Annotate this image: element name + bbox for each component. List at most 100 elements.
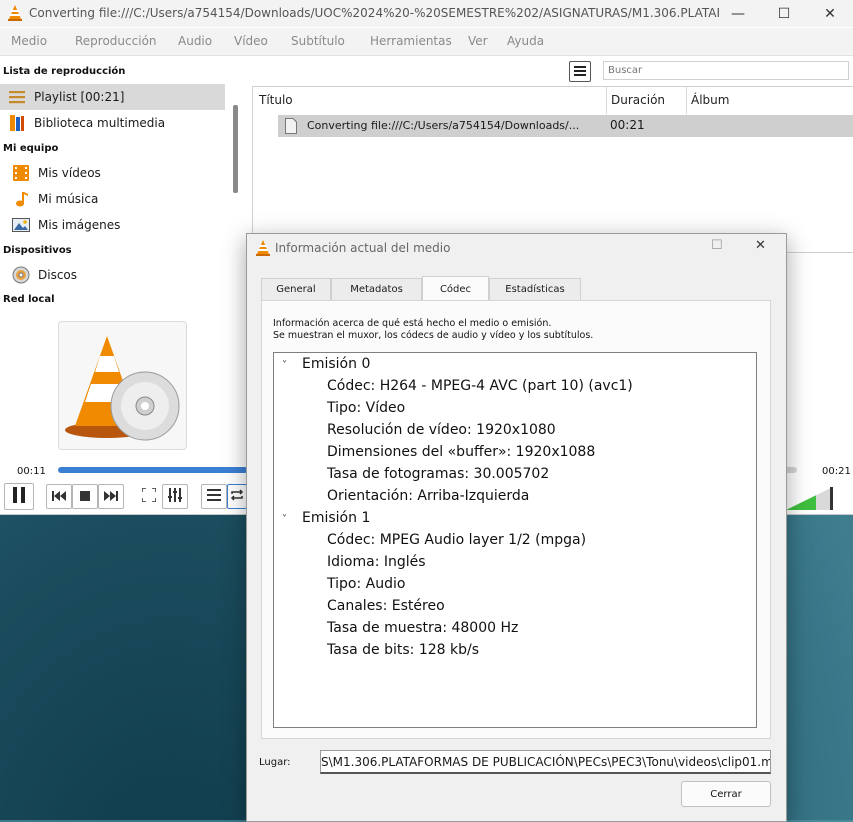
tree-leaf[interactable]: Tasa de muestra: 48000 Hz [327, 617, 518, 639]
sidebar-item-playlist[interactable]: Playlist [00:21] [0, 84, 225, 110]
sidebar-scrollbar[interactable] [233, 105, 238, 193]
tree-leaf[interactable]: Canales: Estéreo [327, 595, 445, 617]
menu-ver[interactable]: Ver [468, 34, 488, 48]
description-line-1: Información acerca de qué está hecho el … [273, 318, 552, 329]
fullscreen-icon [141, 487, 157, 505]
row-title: Converting file:///C:/Users/a754154/Down… [307, 119, 580, 132]
sidebar-item-label: Discos [38, 268, 78, 282]
image-icon [10, 215, 32, 235]
sidebar-item-label: Playlist [00:21] [34, 90, 125, 104]
previous-icon [52, 490, 66, 504]
tab-metadatos[interactable]: Metadatos [331, 278, 422, 300]
menu-audio[interactable]: Audio [178, 34, 212, 48]
tree-leaf[interactable]: Dimensiones del «buffer»: 1920x1088 [327, 441, 595, 463]
sidebar-item-music[interactable]: Mi música [0, 186, 225, 212]
description-line-2: Se muestran el muxor, los códecs de audi… [273, 330, 594, 341]
close-button[interactable]: Cerrar [681, 781, 771, 807]
column-header-title[interactable]: Título [259, 93, 293, 107]
playlist-icon [6, 87, 28, 107]
location-label: Lugar: [259, 757, 291, 768]
pause-button[interactable] [4, 483, 34, 510]
vlc-cone-art-icon [65, 336, 180, 441]
loop-button[interactable] [227, 484, 247, 509]
volume-slider[interactable] [786, 487, 833, 510]
sidebar-item-discs[interactable]: Discos [0, 262, 225, 288]
pause-icon [12, 487, 26, 506]
tree-node-stream-1[interactable]: ˅ Emisión 1 [274, 507, 370, 529]
sidebar-item-label: Mi música [38, 192, 99, 206]
tree-leaf[interactable]: Resolución de vídeo: 1920x1080 [327, 419, 556, 441]
vlc-logo-icon [256, 240, 270, 259]
equalizer-icon [168, 488, 182, 505]
tree-leaf[interactable]: Códec: H264 - MPEG-4 AVC (part 10) (avc1… [327, 375, 633, 397]
close-window-button[interactable]: ✕ [807, 0, 853, 27]
sidebar-item-library[interactable]: Biblioteca multimedia [0, 110, 225, 136]
tree-leaf[interactable]: Idioma: Inglés [327, 551, 426, 573]
album-art-cone [58, 321, 187, 450]
stop-button[interactable] [72, 484, 98, 509]
menu-video[interactable]: Vídeo [234, 34, 268, 48]
tab-general[interactable]: General [261, 278, 331, 300]
dialog-title: Información actual del medio [275, 241, 451, 255]
loop-icon [230, 489, 244, 504]
seek-slider[interactable] [58, 467, 248, 473]
tree-leaf[interactable]: Tipo: Audio [327, 573, 405, 595]
playlist-view-toggle[interactable] [569, 61, 591, 82]
column-divider [606, 87, 607, 114]
next-button[interactable] [98, 484, 124, 509]
menu-ayuda[interactable]: Ayuda [507, 34, 544, 48]
menu-subtitulo[interactable]: Subtítulo [291, 34, 345, 48]
minimize-button[interactable]: — [715, 0, 761, 27]
tree-leaf[interactable]: Orientación: Arriba-Izquierda [327, 485, 529, 507]
location-field[interactable]: S\M1.306.PLATAFORMAS DE PUBLICACIÓN\PECs… [320, 750, 771, 774]
column-divider [686, 87, 687, 114]
vlc-logo-icon [8, 5, 22, 24]
playlist-table: Título Duración Álbum Converting file://… [252, 86, 853, 253]
dialog-maximize-button[interactable]: ☐ [711, 238, 723, 253]
sidebar-item-images[interactable]: Mis imágenes [0, 212, 225, 238]
column-header-album[interactable]: Álbum [691, 93, 729, 107]
menu-herramientas[interactable]: Herramientas [370, 34, 452, 48]
sidebar-item-label: Biblioteca multimedia [34, 116, 166, 130]
playlist-toggle-icon [207, 489, 221, 504]
title-bar[interactable]: Converting file:///C:/Users/a754154/Down… [0, 0, 853, 27]
toggle-playlist-button[interactable] [201, 484, 227, 509]
section-header-devices: Dispositivos [3, 245, 72, 256]
elapsed-time: 00:11 [17, 466, 46, 477]
media-info-dialog: Información actual del medio ☐ ✕ General… [246, 233, 787, 822]
section-header-playlist: Lista de reproducción [3, 66, 126, 77]
disc-icon [10, 265, 32, 285]
extended-settings-button[interactable] [162, 484, 188, 509]
chevron-down-icon[interactable]: ˅ [282, 509, 292, 531]
chevron-down-icon[interactable]: ˅ [282, 355, 292, 377]
file-icon [285, 118, 297, 137]
tab-codec[interactable]: Códec [422, 276, 489, 301]
tree-node-stream-0[interactable]: ˅ Emisión 0 [274, 353, 370, 375]
row-duration: 00:21 [610, 118, 645, 132]
section-header-my-computer: Mi equipo [3, 143, 59, 154]
menu-medio[interactable]: Medio [11, 34, 47, 48]
menu-reproduccion[interactable]: Reproducción [75, 34, 157, 48]
section-header-network: Red local [3, 294, 55, 305]
fullscreen-button[interactable] [136, 484, 162, 509]
table-row[interactable]: Converting file:///C:/Users/a754154/Down… [278, 115, 853, 137]
column-header-duration[interactable]: Duración [611, 93, 665, 107]
codec-tree[interactable]: ˅ Emisión 0 Códec: H264 - MPEG-4 AVC (par… [273, 352, 757, 728]
next-icon [104, 490, 118, 504]
tree-leaf[interactable]: Códec: MPEG Audio layer 1/2 (mpga) [327, 529, 586, 551]
tree-leaf[interactable]: Tasa de bits: 128 kb/s [327, 639, 479, 661]
menu-bar: Medio Reproducción Audio Vídeo Subtítulo… [0, 28, 853, 56]
tab-estadisticas[interactable]: Estadísticas [489, 278, 581, 300]
dialog-close-button[interactable]: ✕ [755, 238, 766, 253]
tree-leaf[interactable]: Tasa de fotogramas: 30.005702 [327, 463, 549, 485]
sidebar-item-label: Mis vídeos [38, 166, 101, 180]
maximize-button[interactable]: ☐ [761, 0, 807, 27]
list-view-icon [574, 65, 586, 79]
search-input[interactable] [603, 61, 849, 80]
codec-panel: Información acerca de qué está hecho el … [261, 300, 771, 739]
stop-icon [80, 490, 90, 504]
window-title: Converting file:///C:/Users/a754154/Down… [29, 6, 719, 20]
sidebar-item-videos[interactable]: Mis vídeos [0, 160, 225, 186]
previous-button[interactable] [46, 484, 72, 509]
tree-leaf[interactable]: Tipo: Vídeo [327, 397, 405, 419]
